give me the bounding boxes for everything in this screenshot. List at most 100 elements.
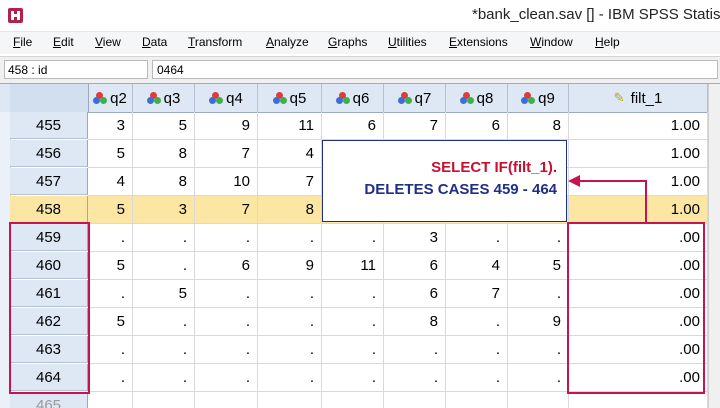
- table-cell[interactable]: 8: [384, 308, 446, 336]
- grid-corner[interactable]: [10, 84, 89, 112]
- table-cell[interactable]: 9: [508, 308, 569, 336]
- table-cell[interactable]: 5: [88, 140, 133, 168]
- menu-window[interactable]: Window: [530, 35, 573, 49]
- col-header-q6[interactable]: q6: [322, 84, 384, 112]
- table-cell[interactable]: .: [322, 224, 384, 252]
- table-cell[interactable]: 7: [258, 168, 322, 196]
- col-header-q7[interactable]: q7: [384, 84, 446, 112]
- menu-data[interactable]: Data: [142, 35, 167, 49]
- table-cell[interactable]: 5: [133, 112, 195, 140]
- table-cell[interactable]: 3: [133, 196, 195, 224]
- table-cell[interactable]: 1.00: [569, 168, 708, 196]
- table-cell[interactable]: .: [258, 224, 322, 252]
- row-header[interactable]: 458: [10, 196, 88, 223]
- menu-help[interactable]: Help: [595, 35, 620, 49]
- table-cell[interactable]: 3: [88, 112, 133, 140]
- table-cell[interactable]: 6: [322, 112, 384, 140]
- table-cell[interactable]: .: [508, 280, 569, 308]
- table-cell[interactable]: 5: [88, 252, 133, 280]
- table-cell[interactable]: 5: [508, 252, 569, 280]
- row-header[interactable]: 465: [10, 392, 88, 408]
- table-cell[interactable]: 9: [258, 252, 322, 280]
- table-cell[interactable]: .: [446, 364, 508, 392]
- table-cell[interactable]: .: [446, 336, 508, 364]
- table-cell[interactable]: 5: [88, 196, 133, 224]
- cell-value-input[interactable]: 0464: [152, 60, 718, 79]
- vertical-scrollbar[interactable]: [708, 84, 720, 408]
- menu-utilities[interactable]: Utilities: [388, 35, 427, 49]
- table-cell[interactable]: 10: [195, 168, 258, 196]
- table-cell[interactable]: .: [508, 364, 569, 392]
- table-cell[interactable]: .: [446, 224, 508, 252]
- table-cell[interactable]: .: [88, 280, 133, 308]
- table-cell[interactable]: 11: [322, 252, 384, 280]
- table-cell[interactable]: 7: [384, 112, 446, 140]
- table-cell[interactable]: 1.00: [569, 196, 708, 224]
- table-cell[interactable]: .: [258, 364, 322, 392]
- table-cell[interactable]: .: [322, 280, 384, 308]
- table-cell[interactable]: [569, 392, 708, 408]
- table-cell[interactable]: 1.00: [569, 112, 708, 140]
- col-header-q9[interactable]: q9: [508, 84, 569, 112]
- table-cell[interactable]: [446, 392, 508, 408]
- table-cell[interactable]: 5: [133, 280, 195, 308]
- table-cell[interactable]: .: [88, 224, 133, 252]
- row-header[interactable]: 457: [10, 168, 88, 195]
- table-cell[interactable]: .: [508, 224, 569, 252]
- table-cell[interactable]: 7: [446, 280, 508, 308]
- table-cell[interactable]: .: [258, 280, 322, 308]
- table-cell[interactable]: .: [195, 224, 258, 252]
- table-cell[interactable]: .: [88, 364, 133, 392]
- menu-analyze[interactable]: Analyze: [266, 35, 309, 49]
- spss-app-icon[interactable]: [7, 7, 24, 24]
- table-cell[interactable]: 8: [133, 168, 195, 196]
- menu-edit[interactable]: Edit: [53, 35, 74, 49]
- table-cell[interactable]: .: [322, 308, 384, 336]
- col-header-q4[interactable]: q4: [195, 84, 258, 112]
- table-cell[interactable]: 6: [384, 280, 446, 308]
- menu-extensions[interactable]: Extensions: [449, 35, 508, 49]
- table-cell[interactable]: .: [133, 364, 195, 392]
- table-cell[interactable]: 7: [195, 196, 258, 224]
- menu-graphs[interactable]: Graphs: [328, 35, 367, 49]
- table-cell[interactable]: [258, 392, 322, 408]
- col-header-q8[interactable]: q8: [446, 84, 508, 112]
- menu-file[interactable]: File: [13, 35, 32, 49]
- col-header-q5[interactable]: q5: [258, 84, 322, 112]
- table-cell[interactable]: 6: [195, 252, 258, 280]
- table-cell[interactable]: 4: [446, 252, 508, 280]
- table-cell[interactable]: .: [195, 308, 258, 336]
- table-cell[interactable]: 3: [384, 224, 446, 252]
- table-cell[interactable]: 8: [133, 140, 195, 168]
- table-cell[interactable]: .: [195, 280, 258, 308]
- table-cell[interactable]: 4: [88, 168, 133, 196]
- table-cell[interactable]: 6: [446, 112, 508, 140]
- table-cell[interactable]: .: [384, 364, 446, 392]
- table-cell[interactable]: 8: [258, 196, 322, 224]
- table-cell[interactable]: [508, 392, 569, 408]
- table-cell[interactable]: [322, 392, 384, 408]
- table-cell[interactable]: .: [322, 364, 384, 392]
- table-cell[interactable]: [88, 392, 133, 408]
- table-cell[interactable]: 11: [258, 112, 322, 140]
- table-cell[interactable]: [195, 392, 258, 408]
- table-cell[interactable]: 4: [258, 140, 322, 168]
- menu-view[interactable]: View: [95, 35, 121, 49]
- table-cell[interactable]: .: [322, 336, 384, 364]
- col-header-q3[interactable]: q3: [133, 84, 195, 112]
- table-cell[interactable]: [384, 392, 446, 408]
- table-cell[interactable]: .: [508, 336, 569, 364]
- table-cell[interactable]: .: [133, 336, 195, 364]
- table-cell[interactable]: .: [258, 308, 322, 336]
- col-header-q2[interactable]: q2: [88, 84, 133, 112]
- table-cell[interactable]: .: [133, 308, 195, 336]
- table-cell[interactable]: .: [133, 252, 195, 280]
- table-cell[interactable]: .: [384, 336, 446, 364]
- table-cell[interactable]: .: [195, 336, 258, 364]
- table-cell[interactable]: 5: [88, 308, 133, 336]
- col-header-filt_1[interactable]: ✎ filt_1: [569, 84, 708, 112]
- table-cell[interactable]: 7: [195, 140, 258, 168]
- menu-transform[interactable]: Transform: [188, 35, 242, 49]
- table-cell[interactable]: 6: [384, 252, 446, 280]
- table-cell[interactable]: 8: [508, 112, 569, 140]
